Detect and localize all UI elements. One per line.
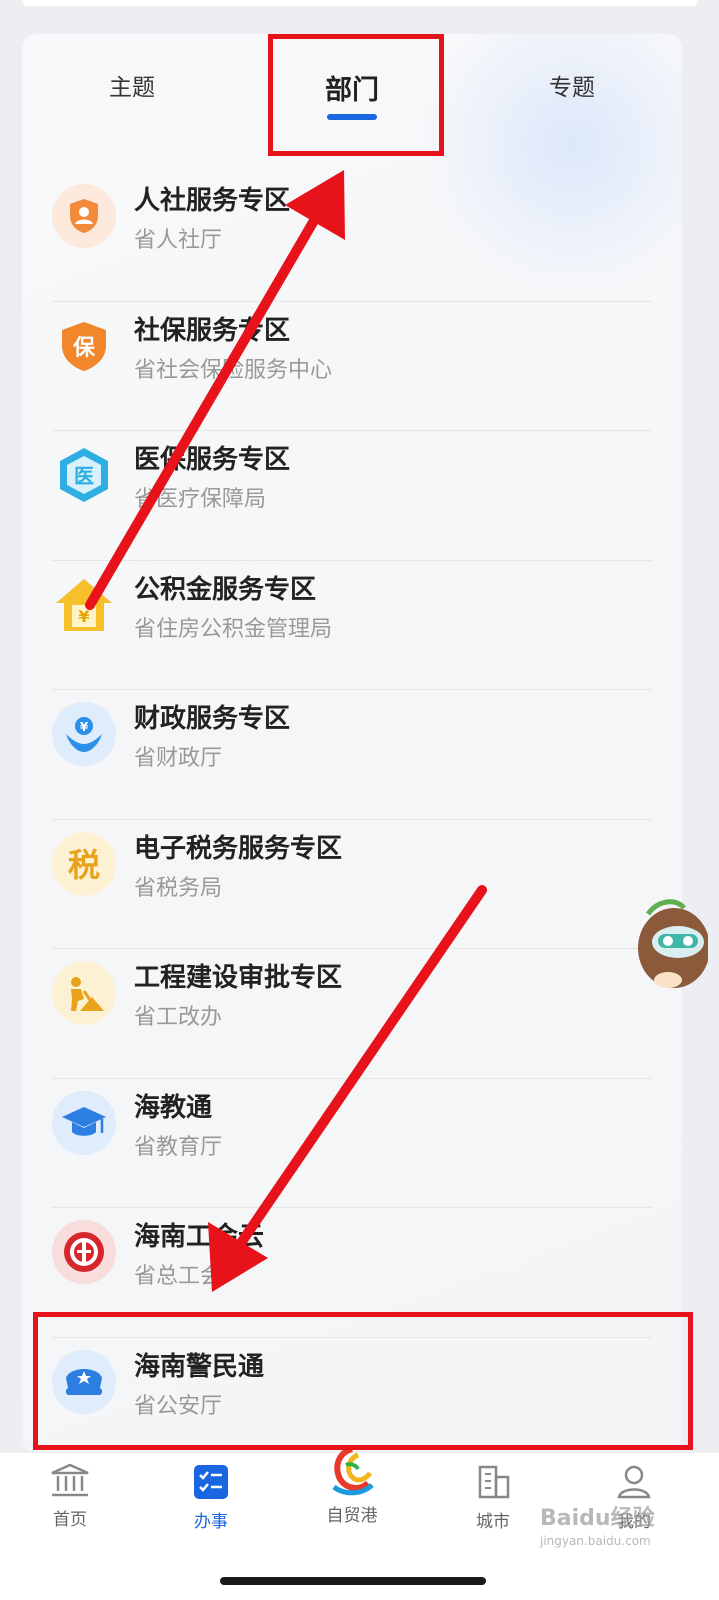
list-item-title: 医保服务专区 [134,445,291,475]
list-item-title: 海南警民通 [134,1351,265,1382]
tab-topic[interactable]: 主题 [109,68,155,102]
list-item-medical-insurance[interactable]: 医 医保服务专区 省医疗保障局 [22,431,682,561]
content-card: 主题 部门 专题 人社服务专区 省人社厅 保 社保服务专区 省社会保险服务中心 … [22,34,682,1452]
list-item-subtitle: 省财政厅 [134,746,223,771]
house-yuan-icon: ¥ [52,573,116,637]
nav-home[interactable]: 首页 [15,1463,125,1530]
list-item-education[interactable]: 海教通 省教育厅 [22,1079,682,1208]
list-item-subtitle: 省教育厅 [134,1134,223,1160]
list-item-subtitle: 省税务局 [134,875,223,901]
list-item-housing-fund[interactable]: ¥ 公积金服务专区 省住房公积金管理局 [22,561,682,690]
person-shield-icon [52,184,116,248]
list-item-trade-union[interactable]: 海南工会云 省总工会 [22,1208,682,1338]
list-item-hr-social[interactable]: 人社服务专区 省人社厅 [22,172,682,302]
list-item-social-insurance[interactable]: 保 社保服务专区 省社会保险服务中心 [22,302,682,431]
svg-text:税: 税 [68,846,100,884]
svg-text:医: 医 [74,464,94,488]
list-item-subtitle: 省总工会 [134,1264,223,1289]
list-item-finance[interactable]: ¥ 财政服务专区 省财政厅 [22,690,682,820]
list-item-title: 电子税务服务专区 [134,833,343,864]
list-item-e-tax[interactable]: 税 电子税务服务专区 省税务局 [22,820,682,949]
tab-department[interactable]: 部门 [325,68,379,107]
list-item-title: 人社服务专区 [134,186,291,216]
list-item-subtitle: 省工改办 [134,1005,223,1030]
list-item-subtitle: 省社会保险服务中心 [134,357,333,383]
list-item-subtitle: 省医疗保障局 [134,487,267,512]
bao-shield-icon: 保 [52,314,116,378]
list-item-title: 社保服务专区 [134,315,291,346]
hands-yuan-icon: ¥ [52,702,116,766]
list-item-subtitle: 省人社厅 [134,228,223,253]
tab-special[interactable]: 专题 [549,68,595,102]
building-icon [51,1463,89,1497]
nav-label: 自贸港 [326,1506,378,1526]
nav-label: 首页 [53,1510,87,1530]
worker-icon [52,961,116,1025]
home-indicator [220,1577,486,1585]
city-icon [478,1465,510,1499]
nav-label: 办事 [194,1512,228,1532]
fta-logo-icon [332,1446,374,1496]
list-item-title: 海南工会云 [134,1222,265,1252]
active-tab-indicator [327,114,377,120]
watermark: Baidu经验 jingyan.baidu.com [540,1500,655,1548]
list-item-title: 公积金服务专区 [134,574,317,605]
list-item-construction-approval[interactable]: 工程建设审批专区 省工改办 [22,949,682,1079]
svg-text:¥: ¥ [80,720,89,734]
list-item-police[interactable]: 海南警民通 省公安厅 [22,1338,682,1453]
list-item-title: 财政服务专区 [134,704,291,734]
nav-fta[interactable]: 自贸港 [297,1445,407,1526]
nav-city[interactable]: 城市 [438,1463,548,1532]
police-cap-icon [52,1349,116,1414]
user-icon [617,1465,651,1499]
top-strip [22,0,698,6]
svg-text:¥: ¥ [78,607,89,626]
list-item-title: 海教通 [134,1092,213,1123]
checklist-icon [194,1465,228,1499]
union-logo-icon [52,1220,116,1284]
mascot-coconut-icon[interactable] [628,890,710,1000]
yi-hexagon-icon: 医 [52,443,116,507]
tax-icon: 税 [52,831,116,896]
tab-bar: 主题 部门 专题 [22,34,682,144]
list-item-title: 工程建设审批专区 [134,963,343,993]
graduation-cap-icon [52,1090,116,1155]
list-item-subtitle: 省住房公积金管理局 [134,616,333,642]
nav-label: 城市 [476,1512,510,1532]
svg-text:保: 保 [72,336,96,361]
watermark-url: jingyan.baidu.com [540,1534,651,1548]
nav-services[interactable]: 办事 [156,1463,266,1532]
list-item-subtitle: 省公安厅 [134,1393,223,1419]
watermark-brand: Baidu经验 [540,1506,655,1531]
department-list: 人社服务专区 省人社厅 保 社保服务专区 省社会保险服务中心 医 医保服务专区 … [22,172,682,1452]
